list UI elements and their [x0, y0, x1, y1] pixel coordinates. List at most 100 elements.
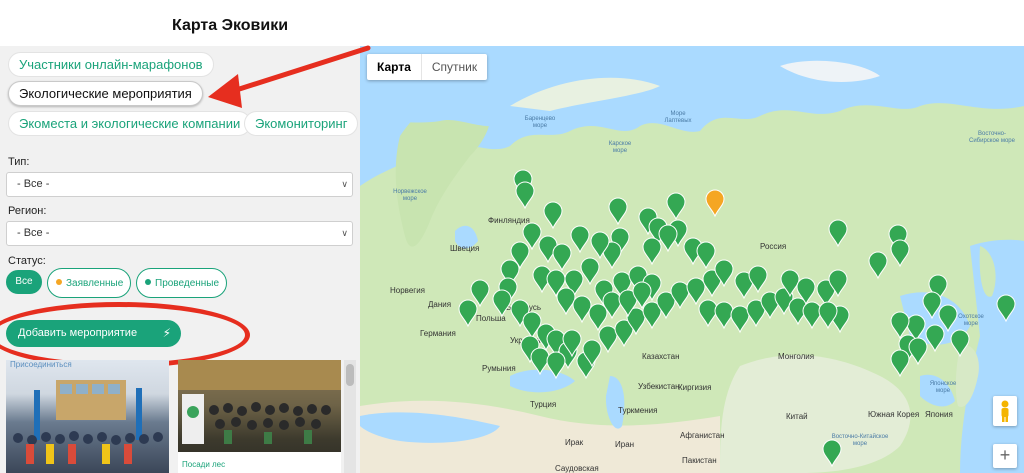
event-pin-icon[interactable] [546, 351, 566, 380]
map[interactable]: Швеция Финляндия Норвегия Дания Германия… [360, 46, 1024, 473]
street-view-pegman-icon[interactable] [993, 396, 1017, 426]
status-all-button[interactable]: Все [6, 270, 42, 294]
event-pin-marker [890, 349, 910, 378]
event-pin-icon[interactable] [818, 301, 838, 330]
event-pin-icon[interactable] [543, 201, 563, 230]
event-pin-icon[interactable] [890, 311, 910, 340]
type-select[interactable]: - Все - ∨ [6, 172, 353, 197]
event-pin-icon[interactable] [458, 299, 478, 328]
event-pin-marker [666, 192, 686, 221]
event-pin-marker [608, 197, 628, 226]
event-pin-icon[interactable] [580, 257, 600, 286]
event-pin-marker [730, 305, 750, 334]
event-pin-icon[interactable] [598, 325, 618, 354]
event-pin-icon[interactable] [890, 349, 910, 378]
event-pin-icon[interactable] [730, 305, 750, 334]
lightning-icon: ⚡︎ [162, 326, 171, 340]
green-dot-icon [145, 279, 151, 285]
event-pin-marker [543, 201, 563, 230]
event-pin-marker [686, 277, 706, 306]
page-title: Карта Эковики [172, 17, 289, 34]
status-all-label: Все [15, 276, 33, 287]
event-pin-marker [598, 325, 618, 354]
card-caption: Посади лес [182, 460, 226, 469]
event-pin-marker [705, 189, 725, 218]
event-pin-marker [828, 219, 848, 248]
chevron-down-icon: ∨ [341, 179, 348, 189]
event-pin-marker [458, 299, 478, 328]
filter-panel: Участники онлайн-марафонов Экологические… [0, 46, 360, 473]
event-pin-icon[interactable] [938, 304, 958, 333]
event-pin-icon[interactable] [608, 197, 628, 226]
event-pin-marker [546, 351, 566, 380]
event-pin-icon[interactable] [658, 224, 678, 253]
event-pin-marker [890, 311, 910, 340]
event-pin-icon[interactable] [588, 303, 608, 332]
status-declared-button[interactable]: Заявленные [47, 268, 131, 298]
event-pin-icon[interactable] [828, 219, 848, 248]
tab-eco-places[interactable]: Экоместа и экологические компании [8, 111, 252, 136]
event-pin-marker [556, 287, 576, 316]
event-pin-marker [908, 337, 928, 366]
event-pin-icon[interactable] [922, 291, 942, 320]
event-pin-marker [515, 181, 535, 210]
event-pin-icon[interactable] [666, 192, 686, 221]
region-select-value: - Все - [17, 227, 50, 239]
event-cards: Присоединиться Посади лес [6, 360, 342, 473]
event-pin-icon[interactable] [570, 225, 590, 254]
event-pin-icon[interactable] [890, 239, 910, 268]
event-pin-icon[interactable] [686, 277, 706, 306]
event-pin-marker [922, 291, 942, 320]
header: Карта Эковики [0, 0, 1024, 46]
event-pin-icon[interactable] [925, 324, 945, 353]
event-pin-marker [642, 237, 662, 266]
scrollbar-thumb[interactable] [346, 364, 354, 386]
event-card-photo[interactable]: Посади лес [178, 360, 341, 473]
event-pin-marker [570, 225, 590, 254]
event-pin-icon[interactable] [696, 241, 716, 270]
scrollbar[interactable] [344, 360, 356, 473]
event-pin-marker [580, 257, 600, 286]
event-pin-icon[interactable] [822, 439, 842, 468]
event-pin-icon[interactable] [996, 294, 1016, 323]
event-pin-marker [925, 324, 945, 353]
event-pin-icon[interactable] [552, 243, 572, 272]
event-pin-marker [588, 303, 608, 332]
event-pin-icon[interactable] [950, 329, 970, 358]
type-label: Тип: [8, 156, 30, 168]
add-event-label: Добавить мероприятие [18, 327, 138, 339]
map-type-satellite-button[interactable]: Спутник [420, 54, 487, 80]
event-pin-icon[interactable] [698, 299, 718, 328]
event-pin-icon[interactable] [530, 347, 550, 376]
event-pin-marker [492, 289, 512, 318]
region-select[interactable]: - Все - ∨ [6, 221, 353, 246]
type-select-value: - Все - [17, 178, 50, 190]
event-pin-icon[interactable] [705, 189, 725, 218]
event-pin-icon[interactable] [515, 181, 535, 210]
event-pin-marker [696, 241, 716, 270]
event-pin-icon[interactable] [748, 265, 768, 294]
status-label: Статус: [8, 255, 46, 267]
event-pin-marker [890, 239, 910, 268]
map-type-map-button[interactable]: Карта [367, 54, 421, 80]
event-pin-marker [818, 301, 838, 330]
tab-marathon-participants[interactable]: Участники онлайн-марафонов [8, 52, 214, 77]
event-pin-icon[interactable] [492, 289, 512, 318]
event-pin-icon[interactable] [572, 295, 592, 324]
zoom-in-button[interactable]: + [993, 444, 1017, 468]
event-pin-marker [950, 329, 970, 358]
event-card-photo[interactable]: Присоединиться [6, 360, 169, 473]
event-pin-icon[interactable] [714, 301, 734, 330]
event-pin-icon[interactable] [556, 287, 576, 316]
event-pin-marker [868, 251, 888, 280]
event-pin-icon[interactable] [802, 301, 822, 330]
tab-eco-events[interactable]: Экологические мероприятия [8, 81, 203, 106]
event-pin-marker [530, 347, 550, 376]
event-pin-marker [658, 224, 678, 253]
event-pin-icon[interactable] [868, 251, 888, 280]
event-pin-icon[interactable] [908, 337, 928, 366]
status-conducted-button[interactable]: Проведенные [136, 268, 227, 298]
tab-eco-monitoring[interactable]: Экомониторинг [244, 111, 359, 136]
event-pin-icon[interactable] [642, 237, 662, 266]
add-event-button[interactable]: Добавить мероприятие ⚡︎ [6, 320, 181, 347]
